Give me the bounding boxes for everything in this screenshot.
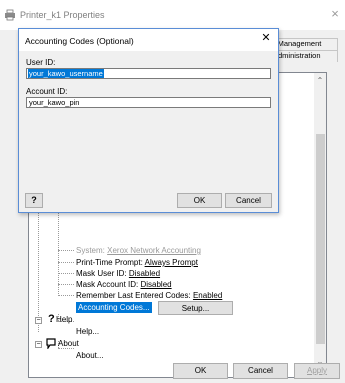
tree-group-about[interactable]: About — [58, 338, 79, 349]
account-id-field[interactable]: your_kawo_pin — [26, 97, 271, 108]
tree-item-help[interactable]: Help... — [76, 326, 99, 337]
setup-button[interactable]: Setup... — [158, 301, 233, 315]
dialog-cancel-button[interactable]: Cancel — [225, 193, 272, 208]
about-balloon-icon — [46, 338, 56, 349]
accounting-codes-dialog — [18, 28, 279, 213]
dialog-close-button[interactable]: ✕ — [258, 30, 274, 46]
help-question-icon: ? — [48, 313, 55, 325]
tree-row-mask-account-id[interactable]: Mask Account ID: Disabled — [76, 279, 172, 290]
help-collapse-toggle[interactable]: − — [35, 317, 42, 324]
tree-row-mask-user-id[interactable]: Mask User ID: Disabled — [76, 268, 160, 279]
dialog-help-button[interactable]: ? — [25, 193, 43, 208]
window-title: Printer_k1 Properties — [20, 10, 105, 20]
tree-row-remember-codes[interactable]: Remember Last Entered Codes: Enabled — [76, 290, 222, 301]
window-close-button[interactable]: × — [327, 6, 343, 22]
dialog-title: Accounting Codes (Optional) — [25, 36, 134, 46]
cancel-button[interactable]: Cancel — [233, 363, 288, 379]
tree-row-print-time-prompt[interactable]: Print-Time Prompt: Always Prompt — [76, 257, 198, 268]
printer-icon — [5, 9, 15, 21]
apply-button[interactable]: Apply — [294, 363, 340, 379]
account-id-label: Account ID: — [26, 87, 68, 96]
tree-item-about[interactable]: About... — [76, 350, 104, 361]
tab-management[interactable]: r Management — [270, 38, 338, 50]
tab-administration[interactable]: Administration — [270, 50, 338, 62]
tree-scrollbar-thumb[interactable] — [316, 134, 325, 344]
dialog-ok-button[interactable]: OK — [177, 193, 222, 208]
tree-row-system: System: Xerox Network Accounting — [76, 246, 201, 255]
user-id-value: your_kawo_username — [28, 69, 104, 78]
ok-button[interactable]: OK — [173, 363, 228, 379]
about-collapse-toggle[interactable]: − — [35, 341, 42, 348]
tree-item-accounting-codes[interactable]: Accounting Codes... — [76, 302, 152, 313]
scroll-up-icon[interactable]: ⌃ — [314, 76, 326, 86]
user-id-label: User ID: — [26, 58, 56, 67]
tree-group-help[interactable]: Help — [56, 314, 72, 325]
